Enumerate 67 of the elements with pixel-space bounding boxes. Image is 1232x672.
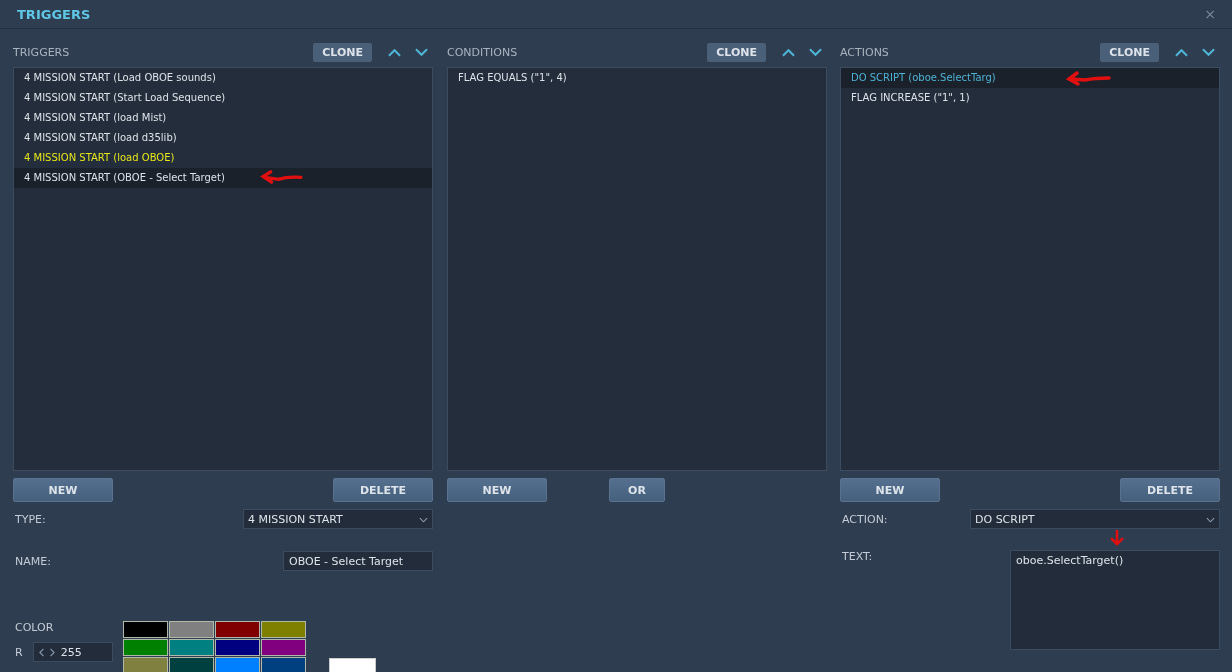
condition-item[interactable]: FLAG EQUALS ("1", 4) [448, 68, 826, 88]
trigger-item[interactable]: 4 MISSION START (Load OBOE sounds) [14, 68, 432, 88]
trigger-item[interactable]: 4 MISSION START (load d35lib) [14, 128, 432, 148]
clone-button[interactable]: CLONE [313, 42, 372, 62]
channel-spin-field[interactable]: 255 [32, 642, 113, 662]
trigger-item[interactable]: 4 MISSION START (load Mist) [14, 108, 432, 128]
item-label: DO SCRIPT (oboe.SelectTarg) [851, 72, 996, 83]
item-label: FLAG EQUALS ("1", 4) [458, 72, 567, 83]
panel-header: CONDITIONS [447, 45, 519, 59]
color-swatch[interactable] [123, 657, 168, 672]
annotation-arrow-icon [1065, 70, 1113, 88]
color-swatch[interactable] [123, 639, 168, 656]
trigger-item[interactable]: 4 MISSION START (OBOE - Select Target) [14, 168, 432, 188]
item-label: 4 MISSION START (Start Load Sequence) [24, 92, 226, 103]
item-label: 4 MISSION START (OBOE - Select Target) [24, 172, 225, 183]
item-label: FLAG INCREASE ("1", 1) [851, 92, 970, 103]
item-label: 4 MISSION START (Load OBOE sounds) [24, 72, 216, 83]
color-label: COLOR [15, 621, 55, 634]
color-swatch[interactable] [123, 621, 168, 638]
item-label: 4 MISSION START (load d35lib) [24, 132, 177, 143]
color-swatch[interactable] [169, 657, 214, 672]
new-button[interactable]: NEW [840, 478, 940, 502]
action-item[interactable]: FLAG INCREASE ("1", 1) [841, 88, 1219, 108]
color-preview [329, 658, 376, 672]
color-swatch[interactable] [215, 657, 260, 672]
clone-button[interactable]: CLONE [1100, 42, 1159, 62]
name-label: NAME: [15, 554, 51, 568]
action-dropdown[interactable]: DO SCRIPT [970, 509, 1220, 529]
new-button[interactable]: NEW [447, 478, 547, 502]
color-swatch[interactable] [215, 621, 260, 638]
type-dropdown[interactable]: 4 MISSION START [243, 509, 433, 529]
color-swatch[interactable] [169, 639, 214, 656]
move-down-icon[interactable] [415, 47, 428, 57]
move-down-icon[interactable] [1202, 47, 1215, 57]
window-title: TRIGGERS [17, 6, 91, 22]
channel-label: R [15, 645, 23, 659]
color-swatch[interactable] [261, 621, 306, 638]
delete-button[interactable]: DELETE [1120, 478, 1220, 502]
delete-button[interactable]: DELETE [333, 478, 433, 502]
item-label: 4 MISSION START (load OBOE) [24, 152, 175, 163]
move-up-icon[interactable] [782, 47, 795, 57]
action-item[interactable]: DO SCRIPT (oboe.SelectTarg) [841, 68, 1219, 88]
type-label: TYPE: [15, 512, 46, 526]
new-button[interactable]: NEW [13, 478, 113, 502]
clone-button[interactable]: CLONE [707, 42, 766, 62]
or-button[interactable]: OR [609, 478, 665, 502]
color-swatch[interactable] [261, 657, 306, 672]
color-swatch[interactable] [215, 639, 260, 656]
move-up-icon[interactable] [388, 47, 401, 57]
trigger-item[interactable]: 4 MISSION START (load OBOE) [14, 148, 432, 168]
left-right-arrows-icon [38, 647, 55, 657]
action-label: ACTION: [842, 512, 888, 526]
color-swatch[interactable] [169, 621, 214, 638]
annotation-arrow-icon [259, 168, 305, 185]
move-up-icon[interactable] [1175, 47, 1188, 57]
panel-header: ACTIONS [840, 45, 890, 59]
panel-header: TRIGGERS [13, 45, 71, 59]
move-down-icon[interactable] [809, 47, 822, 57]
annotation-arrow-icon [1110, 528, 1124, 548]
chevron-down-icon [1206, 517, 1215, 523]
chevron-down-icon [419, 517, 428, 523]
item-label: 4 MISSION START (load Mist) [24, 112, 167, 123]
color-swatch[interactable] [261, 639, 306, 656]
name-field[interactable]: OBOE - Select Target [283, 551, 433, 571]
text-label: TEXT: [842, 550, 873, 563]
trigger-item[interactable]: 4 MISSION START (Start Load Sequence) [14, 88, 432, 108]
script-text-field[interactable]: oboe.SelectTarget() [1010, 550, 1220, 650]
